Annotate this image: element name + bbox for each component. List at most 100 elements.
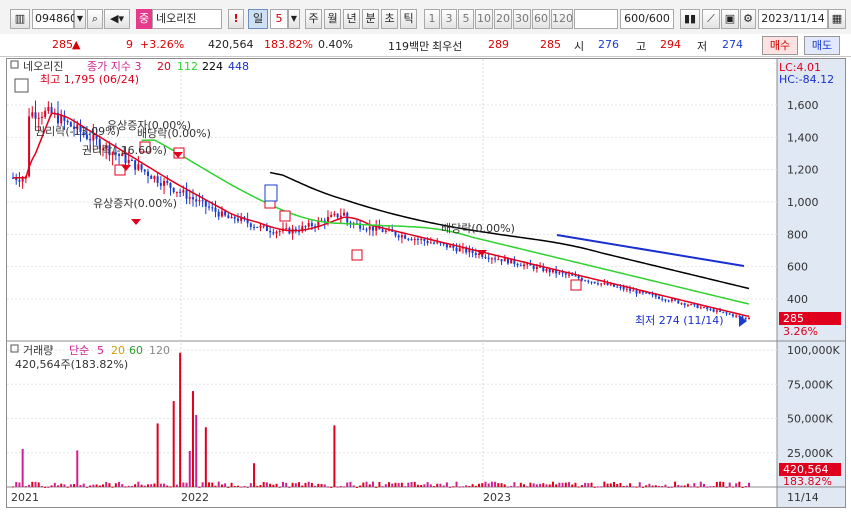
period-day-button[interactable]: 일 [248,9,268,29]
candle-body [574,275,577,277]
buy-button[interactable]: 매수 [762,36,798,55]
candle-body [712,309,715,312]
layout-icon[interactable]: ▥ [10,9,30,29]
stock-name[interactable]: 네오리진 [152,9,222,29]
volume-legend-ma[interactable]: 단순 [69,344,89,357]
period-dropdown-icon[interactable]: ▼ [288,9,300,29]
volume-bar [130,485,133,487]
candle-body [651,294,654,296]
volume-bar [494,481,497,487]
candle-body [497,259,500,261]
volume-bar [82,483,85,487]
interval-5-button[interactable]: 5 [458,9,474,29]
calendar-icon[interactable] [14,78,29,93]
volume-bar [188,450,191,487]
volume-bar [121,484,124,487]
bid-price: 285 [540,38,561,51]
high-price: 294 [660,38,681,51]
best-quote-label: 최우선 [432,40,463,53]
volume-bar [532,483,535,487]
candle-body [744,317,747,319]
volume-bar [294,483,297,487]
candle-body [484,256,487,258]
volume-bar [278,486,281,488]
interval-120-button[interactable]: 120 [551,9,573,29]
period-0-button[interactable]: 주 [305,9,322,29]
volume-bar [503,484,506,487]
bar-count-input[interactable]: 600/600 [620,9,674,29]
sell-button[interactable]: 매도 [804,36,840,55]
volume-bar [641,486,644,488]
volume-bar [169,486,172,488]
candle-body [179,191,182,193]
ma112-legend: 112 [177,60,198,73]
volume-bar [362,482,365,487]
volume-bar [18,482,21,487]
volume-bar [134,484,137,487]
line-tool-icon[interactable]: ⟋ [702,9,720,29]
volume-bar [368,484,371,487]
volume-bar [150,484,153,487]
volume-bar [140,484,143,487]
candle-body [558,272,561,274]
volume-bar [298,482,301,487]
chart-type-icon[interactable]: ▮▮ [680,9,700,29]
volume-bar [728,482,731,487]
volume-bar [497,483,500,487]
interval-20-button[interactable]: 20 [494,9,512,29]
volume-bar [490,481,493,487]
save-icon[interactable]: ▣ [721,9,739,29]
panel-toggle-icon[interactable] [10,60,19,69]
price-legend-ma[interactable]: 종가 지수 3 [87,60,141,73]
candle-body [413,238,416,241]
period-3-button[interactable]: 분 [362,9,379,29]
calendar-icon[interactable]: ▦ [828,9,846,29]
volume-bar [478,483,481,487]
interval-10-button[interactable]: 10 [475,9,493,29]
search-icon[interactable]: ⌕ [87,9,103,29]
range-combo[interactable] [574,9,618,29]
open-price: 276 [598,38,619,51]
candle-body [436,242,439,244]
price-tick-label: 800 [787,228,808,241]
candle-body [66,120,69,123]
period-4-button[interactable]: 초 [381,9,398,29]
volume-bar [378,482,381,487]
period-n-input[interactable]: 5 [270,9,288,29]
interval-60-button[interactable]: 60 [532,9,550,29]
candle-body [423,238,426,241]
chart-area[interactable]: 1,600 1,400 1,200 1,000 800 600 400 100,000K 75,… [6,58,846,508]
code-dropdown-icon[interactable]: ▼ [74,9,86,29]
candle-body [410,239,413,241]
interval-30-button[interactable]: 30 [513,9,531,29]
volume-bar [690,486,693,488]
alert-icon[interactable]: ! [228,9,244,29]
interval-3-button[interactable]: 3 [441,9,457,29]
candle-body [31,112,34,117]
candle-body [134,160,137,170]
speaker-icon[interactable]: ◀▾ [104,9,130,29]
volume-bar [40,486,43,488]
volume-bar [101,484,104,487]
price-legend-name[interactable]: 네오리진 [23,60,63,73]
stock-chart[interactable]: 1,600 1,400 1,200 1,000 800 600 400 100,000K 75,… [7,59,845,507]
stock-code-input[interactable]: 094860 [32,9,77,29]
volume-legend-name[interactable]: 거래량 [23,344,53,357]
volume-bar [243,486,246,488]
period-2-button[interactable]: 년 [343,9,360,29]
volume-bar [596,486,599,488]
volume-toggle-icon[interactable] [10,344,19,353]
volume-bar [571,484,574,487]
volume-bar [92,484,95,487]
date-input[interactable]: 2023/11/14 [758,9,828,29]
volume-tick-label: 100,000K [787,344,840,357]
candle-body [748,318,750,320]
volume-bar [410,482,413,487]
volume-bar [146,484,149,487]
period-5-button[interactable]: 틱 [400,9,417,29]
interval-1-button[interactable]: 1 [424,9,440,29]
volume-bar [664,484,667,487]
period-1-button[interactable]: 월 [324,9,341,29]
gear-icon[interactable]: ⚙ [740,9,756,29]
volume-bar [600,486,603,488]
